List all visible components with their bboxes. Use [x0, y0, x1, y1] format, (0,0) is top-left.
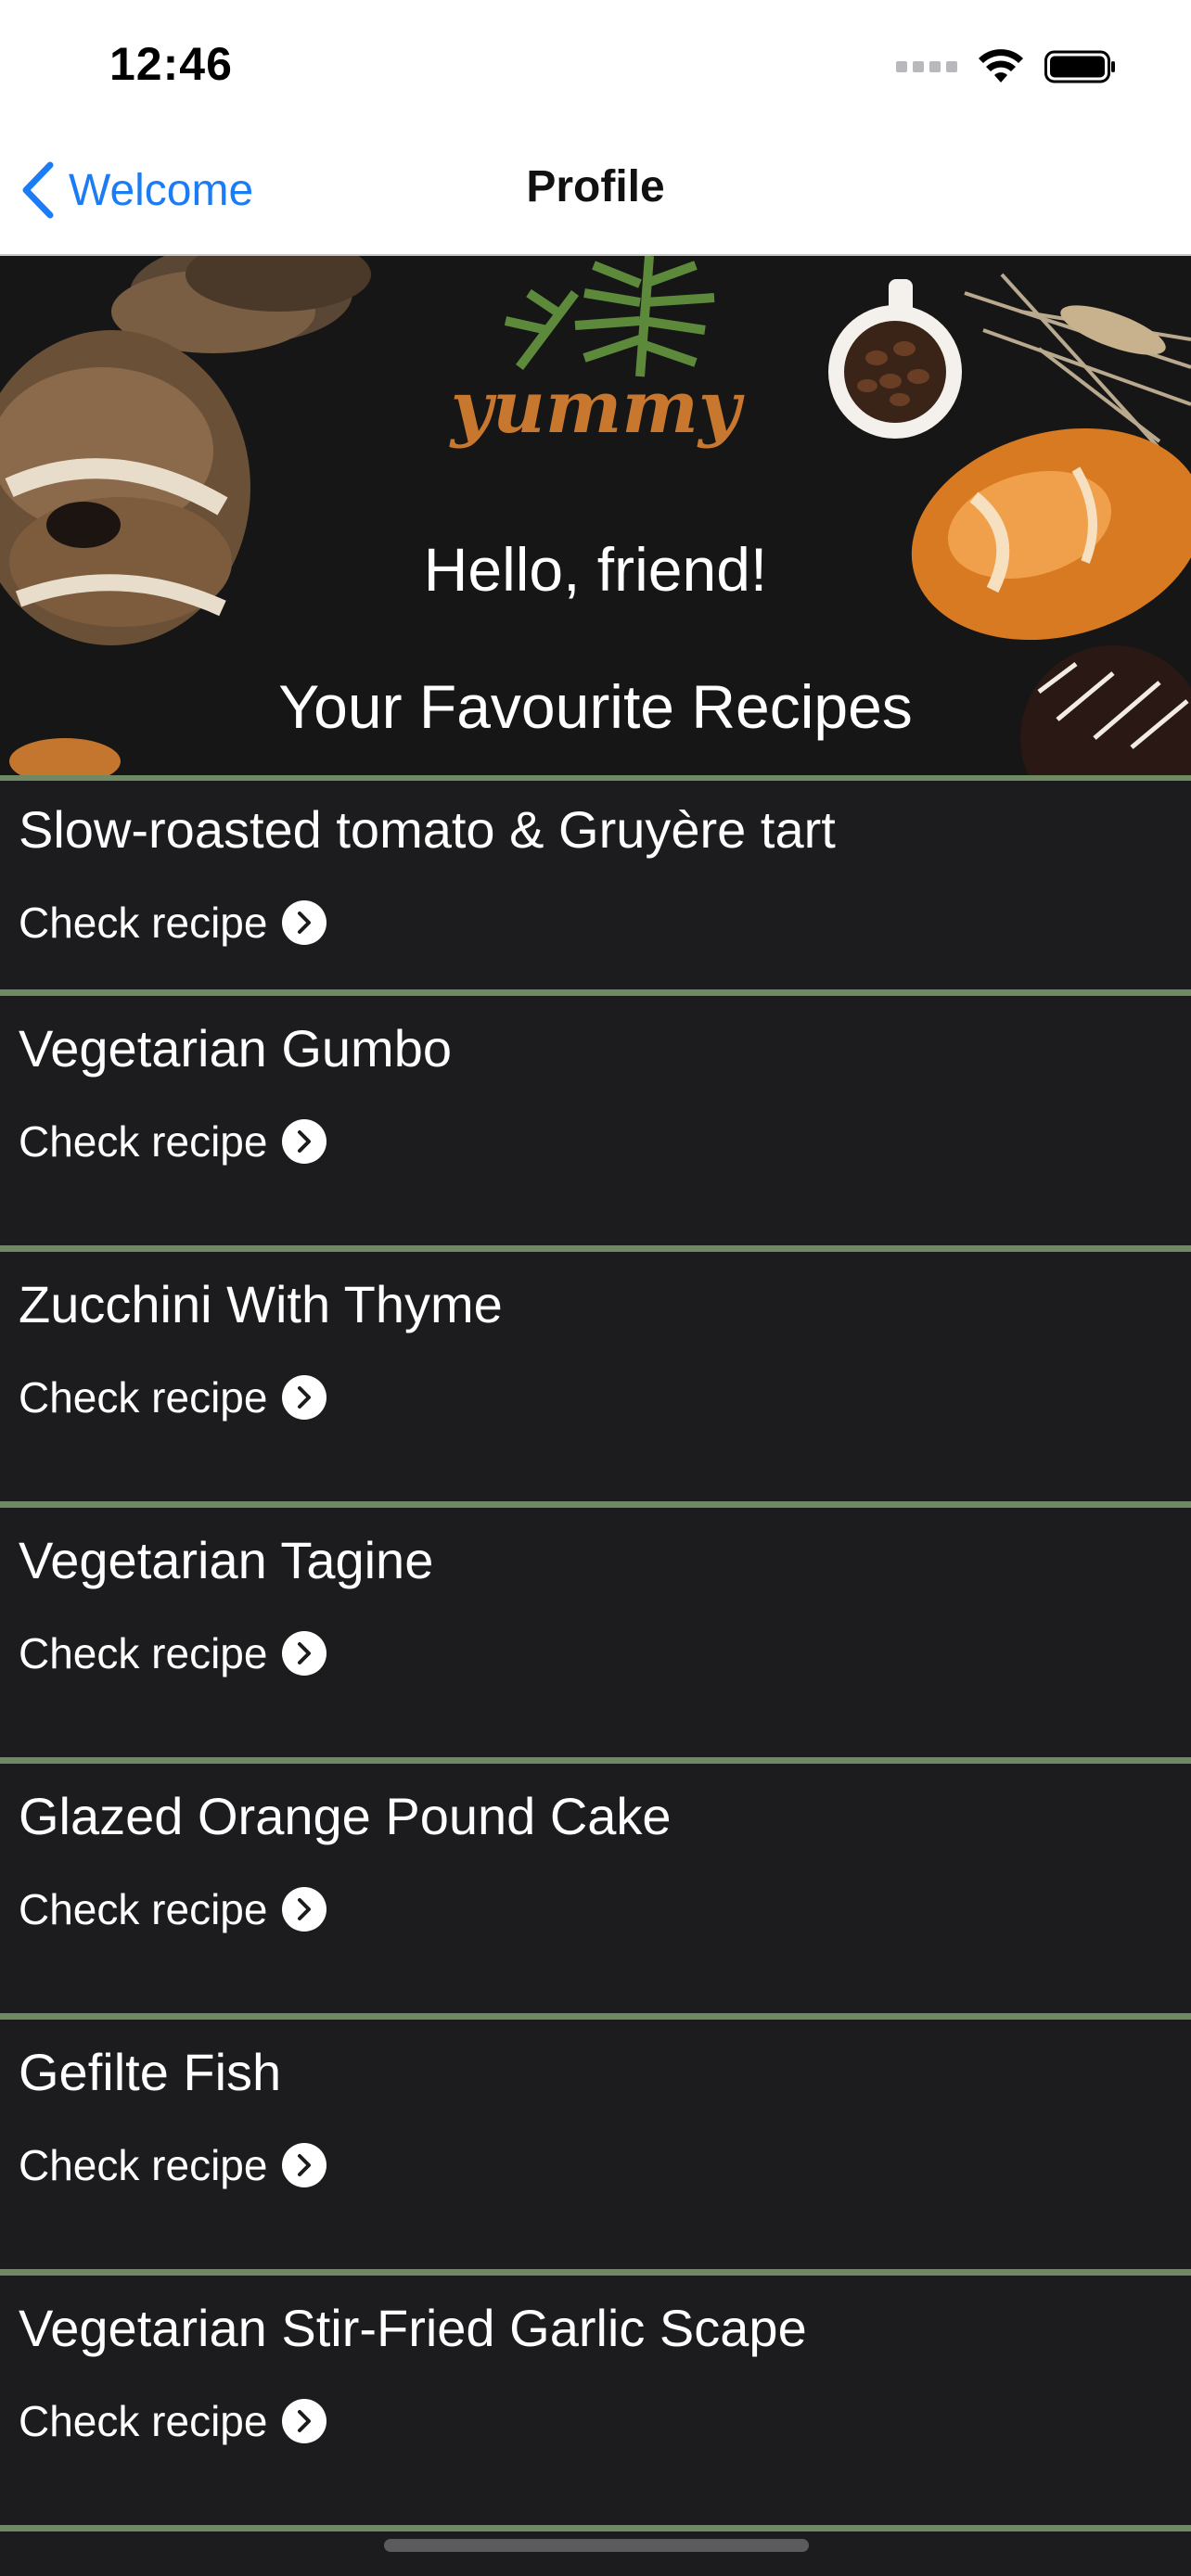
list-item: Glazed Orange Pound Cake Check recipe — [0, 1764, 1191, 2020]
wifi-icon — [979, 49, 1023, 83]
list-item: Gefilte Fish Check recipe — [0, 2020, 1191, 2276]
check-recipe-link[interactable]: Check recipe — [19, 2140, 327, 2190]
chevron-right-circle-icon — [282, 1631, 327, 1676]
greeting-text: Hello, friend! — [423, 535, 768, 604]
check-recipe-label: Check recipe — [19, 1885, 268, 1933]
status-time: 12:46 — [109, 38, 233, 90]
check-recipe-link[interactable]: Check recipe — [19, 2396, 327, 2446]
section-heading: Your Favourite Recipes — [278, 672, 913, 741]
list-item: Zucchini With Thyme Check recipe — [0, 1252, 1191, 1508]
check-recipe-link[interactable]: Check recipe — [19, 898, 327, 948]
chevron-right-circle-icon — [282, 2143, 327, 2187]
check-recipe-label: Check recipe — [19, 899, 268, 947]
check-recipe-link[interactable]: Check recipe — [19, 1372, 327, 1422]
check-recipe-label: Check recipe — [19, 1373, 268, 1422]
list-item: Vegetarian Tagine Check recipe — [0, 1508, 1191, 1764]
chevron-right-circle-icon — [282, 2399, 327, 2443]
brand-logo: yummy — [450, 365, 741, 450]
check-recipe-link[interactable]: Check recipe — [19, 1884, 327, 1934]
list-item: Vegetarian Stir-Fried Garlic Scape Check… — [0, 2276, 1191, 2531]
recipe-name: Gefilte Fish — [19, 2043, 282, 2101]
check-recipe-label: Check recipe — [19, 1629, 268, 1677]
home-indicator[interactable] — [384, 2539, 809, 2552]
recipe-name: Zucchini With Thyme — [19, 1275, 503, 1333]
recipe-list: Slow-roasted tomato & Gruyère tart Check… — [0, 781, 1191, 2531]
check-recipe-label: Check recipe — [19, 1117, 268, 1166]
check-recipe-label: Check recipe — [19, 2141, 268, 2189]
check-recipe-label: Check recipe — [19, 2397, 268, 2445]
recipe-name: Vegetarian Stir-Fried Garlic Scape — [19, 2299, 807, 2357]
recipe-name: Glazed Orange Pound Cake — [19, 1787, 672, 1845]
chevron-right-circle-icon — [282, 1119, 327, 1164]
check-recipe-link[interactable]: Check recipe — [19, 1116, 327, 1167]
battery-icon — [1044, 50, 1115, 83]
chevron-right-circle-icon — [282, 900, 327, 945]
recipe-name: Vegetarian Gumbo — [19, 1019, 452, 1078]
list-item: Vegetarian Gumbo Check recipe — [0, 996, 1191, 1252]
hero-banner: yummy Hello, friend! Your Favourite Reci… — [0, 256, 1191, 781]
page-title: Profile — [526, 162, 665, 211]
recipe-name: Slow-roasted tomato & Gruyère tart — [19, 800, 836, 859]
navigation-bar: Welcome Profile — [0, 130, 1191, 256]
chevron-right-circle-icon — [282, 1375, 327, 1420]
chevron-right-circle-icon — [282, 1887, 327, 1932]
status-bar: 12:46 — [0, 0, 1191, 130]
check-recipe-link[interactable]: Check recipe — [19, 1628, 327, 1678]
signal-icon — [896, 61, 957, 72]
list-item: Slow-roasted tomato & Gruyère tart Check… — [0, 781, 1191, 996]
status-icons — [896, 48, 1117, 85]
recipe-name: Vegetarian Tagine — [19, 1531, 434, 1589]
